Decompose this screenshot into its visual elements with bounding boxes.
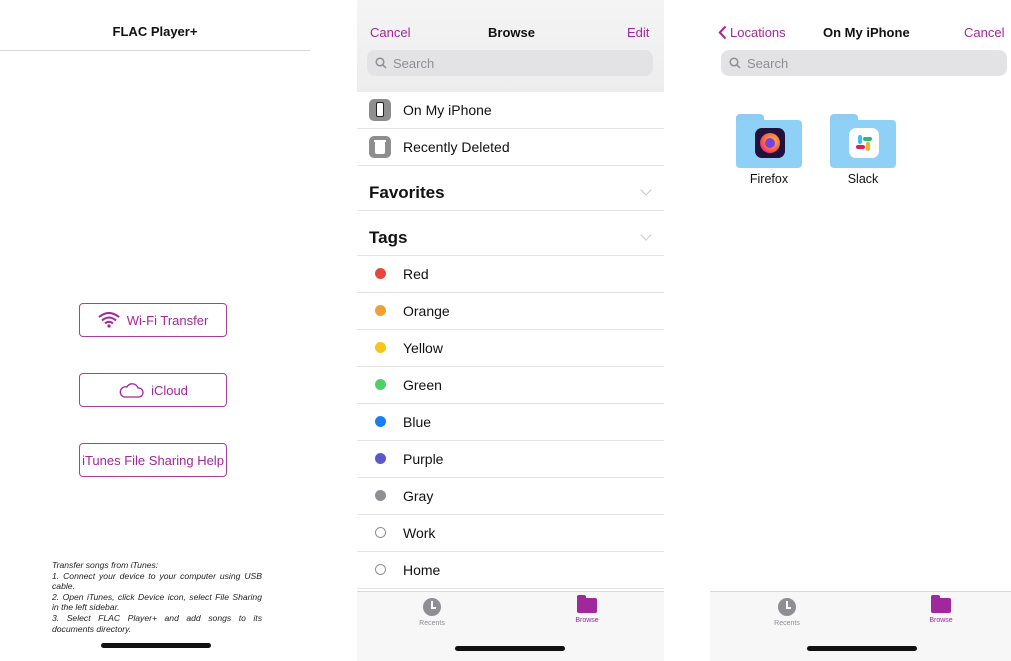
help-line: 1. Connect your device to your computer …: [52, 570, 262, 592]
on-my-iphone-screen: Locations On My iPhone Cancel Search Fir…: [710, 0, 1011, 661]
chevron-down-icon: [640, 184, 652, 196]
tag-label: Orange: [403, 303, 450, 319]
location-label: Recently Deleted: [403, 139, 510, 155]
folder-icon: [931, 595, 951, 613]
search-icon: [375, 57, 387, 69]
tag-item-green[interactable]: Green: [357, 367, 664, 404]
slack-icon: [849, 128, 879, 158]
favorites-header: Favorites: [369, 183, 445, 202]
browse-list: On My iPhone Recently Deleted Favorites …: [357, 92, 664, 589]
tag-label: Green: [403, 377, 442, 393]
tag-item-gray[interactable]: Gray: [357, 478, 664, 515]
iphone-icon: [369, 99, 391, 121]
back-button[interactable]: Locations: [718, 25, 786, 40]
folder-firefox[interactable]: Firefox: [734, 114, 804, 186]
tags-section[interactable]: Tags: [357, 211, 664, 256]
tag-color-dot: [375, 490, 386, 501]
location-on-my-iphone[interactable]: On My iPhone: [357, 92, 664, 129]
tab-bar: Recents Browse: [710, 591, 1011, 661]
folder-slack[interactable]: Slack: [828, 114, 898, 186]
itunes-help-button[interactable]: iTunes File Sharing Help: [79, 443, 227, 477]
tag-item-blue[interactable]: Blue: [357, 404, 664, 441]
chevron-down-icon: [640, 229, 652, 241]
itunes-help-label: iTunes File Sharing Help: [82, 452, 224, 468]
icloud-button[interactable]: iCloud: [79, 373, 227, 407]
folder-name: Slack: [847, 172, 879, 186]
tab-label: Browse: [929, 617, 953, 624]
location-recently-deleted[interactable]: Recently Deleted: [357, 129, 664, 166]
tag-item-purple[interactable]: Purple: [357, 441, 664, 478]
tag-color-dot: [375, 416, 386, 427]
tag-label: Work: [403, 525, 436, 541]
tag-color-dot: [375, 379, 386, 390]
nav-bar: Locations On My iPhone Cancel Search: [710, 0, 1011, 82]
search-placeholder: Search: [747, 55, 789, 71]
help-text: Transfer songs from iTunes: 1. Connect y…: [52, 560, 262, 634]
tab-browse[interactable]: Browse: [901, 595, 981, 624]
help-line: 2. Open iTunes, click Device icon, selec…: [52, 591, 262, 613]
tag-item-work[interactable]: Work: [357, 515, 664, 552]
search-input[interactable]: Search: [367, 50, 653, 76]
wifi-transfer-label: Wi-Fi Transfer: [126, 312, 209, 328]
tag-color-dot: [375, 453, 386, 464]
favorites-section[interactable]: Favorites: [357, 166, 664, 211]
tag-color-dot: [375, 342, 386, 353]
help-line: Transfer songs from iTunes:: [52, 560, 159, 570]
folder-icon: [830, 114, 896, 168]
tag-label: Red: [403, 266, 429, 282]
tag-label: Blue: [403, 414, 432, 430]
tab-bar: Recents Browse: [357, 591, 664, 661]
tag-item-yellow[interactable]: Yellow: [357, 330, 664, 367]
nav-bar: FLAC Player+: [0, 0, 310, 51]
tag-label: Home: [403, 562, 441, 578]
wifi-transfer-button[interactable]: Wi-Fi Transfer: [79, 303, 227, 337]
tag-item-red[interactable]: Red: [357, 256, 664, 293]
tag-item-home[interactable]: Home: [357, 552, 664, 589]
chevron-left-icon: [718, 25, 727, 40]
folder-icon: [577, 595, 597, 613]
folder-name: Firefox: [749, 172, 789, 186]
firefox-icon: [755, 128, 785, 158]
tag-label: Purple: [403, 451, 444, 467]
tag-color-dot: [375, 305, 386, 316]
browse-screen: Cancel Browse Edit Search On My iPhone R…: [357, 0, 664, 661]
folder-icon: [736, 114, 802, 168]
tag-color-dot: [375, 564, 386, 575]
tab-label: Recents: [774, 620, 800, 627]
home-indicator[interactable]: [807, 646, 917, 651]
tag-color-dot: [375, 527, 386, 538]
tab-recents[interactable]: Recents: [747, 598, 827, 627]
clock-icon: [778, 598, 796, 616]
search-icon: [729, 57, 741, 69]
home-indicator[interactable]: [455, 646, 565, 651]
tag-color-dot: [375, 268, 386, 279]
tab-label: Recents: [419, 620, 445, 627]
location-label: On My iPhone: [403, 102, 492, 118]
wifi-icon: [98, 312, 120, 328]
nav-bar: Cancel Browse Edit Search: [357, 0, 664, 92]
page-title: FLAC Player+: [112, 24, 198, 39]
icloud-label: iCloud: [151, 382, 188, 398]
back-label: Locations: [730, 25, 786, 40]
tag-label: Yellow: [403, 340, 443, 356]
search-input[interactable]: Search: [721, 50, 1007, 76]
tab-label: Browse: [575, 617, 599, 624]
tab-browse[interactable]: Browse: [547, 595, 627, 624]
help-line: 3. Select FLAC Player+ and add songs to …: [52, 612, 262, 634]
edit-button[interactable]: Edit: [627, 25, 649, 40]
search-placeholder: Search: [393, 55, 435, 71]
tags-header: Tags: [369, 228, 408, 247]
clock-icon: [423, 598, 441, 616]
home-indicator[interactable]: [101, 643, 211, 648]
page-title: Browse: [488, 25, 535, 40]
tag-label: Gray: [403, 488, 434, 504]
tab-recents[interactable]: Recents: [392, 598, 472, 627]
cancel-button[interactable]: Cancel: [964, 25, 1004, 40]
tag-item-orange[interactable]: Orange: [357, 293, 664, 330]
trash-icon: [369, 136, 391, 158]
flac-player-screen: FLAC Player+ Wi-Fi Transfer iCloud iTune…: [0, 0, 310, 661]
cloud-icon: [119, 383, 144, 398]
cancel-button[interactable]: Cancel: [370, 25, 410, 40]
page-title: On My iPhone: [823, 25, 910, 40]
